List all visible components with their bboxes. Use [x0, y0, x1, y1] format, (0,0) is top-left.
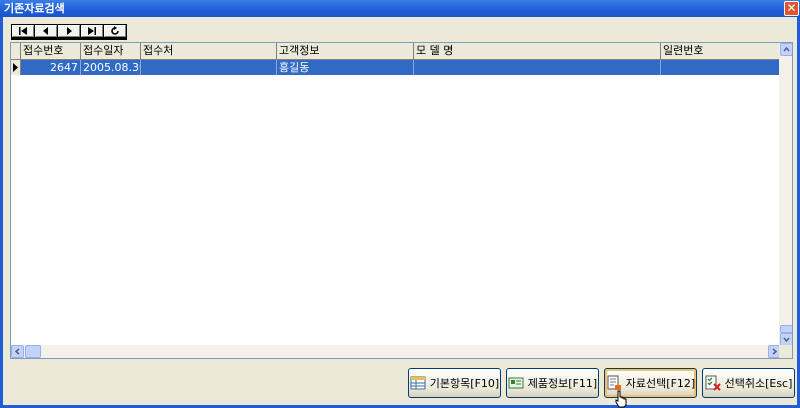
column-header-receipt-no[interactable]: 접수번호	[21, 43, 81, 59]
column-header-model[interactable]: 모 델 명	[414, 43, 661, 59]
refresh-button[interactable]	[104, 25, 126, 37]
close-button[interactable]: ✕	[784, 1, 799, 16]
current-row-arrow-icon	[13, 63, 18, 72]
title-bar: 기존자료검색 ✕	[0, 0, 800, 17]
previous-record-icon	[43, 27, 48, 35]
cancel-select-label: 선택취소[Esc]	[724, 377, 793, 390]
grid-header: 접수번호 접수일자 접수처 고객정보 모 델 명 일련번호	[11, 43, 781, 60]
column-header-receipt-place[interactable]: 접수처	[141, 43, 277, 59]
cell-receipt-place[interactable]	[141, 60, 277, 75]
cell-model[interactable]	[414, 60, 661, 75]
cell-customer[interactable]: 홍길동	[277, 60, 414, 75]
column-header-customer[interactable]: 고객정보	[277, 43, 414, 59]
cell-receipt-no[interactable]: 2647	[21, 60, 81, 75]
previous-record-button[interactable]	[35, 25, 57, 37]
last-record-icon	[88, 27, 96, 35]
scroll-down-icon	[783, 337, 790, 343]
horizontal-scrollbar[interactable]	[11, 345, 781, 358]
last-record-button[interactable]	[81, 25, 103, 37]
column-header-receipt-date[interactable]: 접수일자	[81, 43, 141, 59]
scrollbar-corner	[779, 345, 792, 358]
next-record-button[interactable]	[58, 25, 80, 37]
next-record-icon	[67, 27, 72, 35]
table-row[interactable]: 2647 2005.08.30 홍길동	[11, 60, 781, 75]
vertical-scrollbar[interactable]	[779, 43, 792, 346]
vertical-scroll-thumb[interactable]	[780, 325, 792, 333]
cancel-select-button[interactable]: 선택취소[Esc]	[702, 368, 795, 398]
basic-items-button[interactable]: 기본항목[F10]	[408, 368, 501, 398]
column-header-serial[interactable]: 일련번호	[661, 43, 781, 59]
window-title: 기존자료검색	[4, 2, 65, 15]
results-grid: 접수번호 접수일자 접수처 고객정보 모 델 명 일련번호 2647 2005.…	[10, 42, 793, 359]
select-data-label: 자료선택[F12]	[625, 377, 696, 390]
hand-cursor-icon	[615, 390, 627, 408]
product-card-icon	[508, 377, 524, 389]
refresh-icon	[111, 26, 119, 35]
first-record-button[interactable]	[12, 25, 34, 37]
close-icon: ✕	[786, 1, 797, 15]
table-icon	[410, 376, 426, 390]
scroll-up-icon	[783, 46, 790, 52]
cell-receipt-date[interactable]: 2005.08.30	[81, 60, 141, 75]
product-info-label: 제품정보[F11]	[527, 377, 598, 390]
basic-items-label: 기본항목[F10]	[429, 377, 500, 390]
scroll-left-button[interactable]	[11, 345, 24, 358]
product-info-button[interactable]: 제품정보[F11]	[506, 368, 599, 398]
document-select-icon	[607, 375, 621, 390]
horizontal-scroll-thumb[interactable]	[25, 345, 41, 358]
header-indicator-cell	[11, 43, 21, 59]
first-record-icon	[19, 27, 27, 35]
row-indicator	[11, 60, 21, 75]
checklist-cancel-icon	[705, 375, 721, 391]
cell-serial[interactable]	[661, 60, 781, 75]
scroll-left-icon	[14, 348, 20, 355]
scroll-up-button[interactable]	[780, 43, 792, 56]
record-navigator	[11, 24, 127, 40]
